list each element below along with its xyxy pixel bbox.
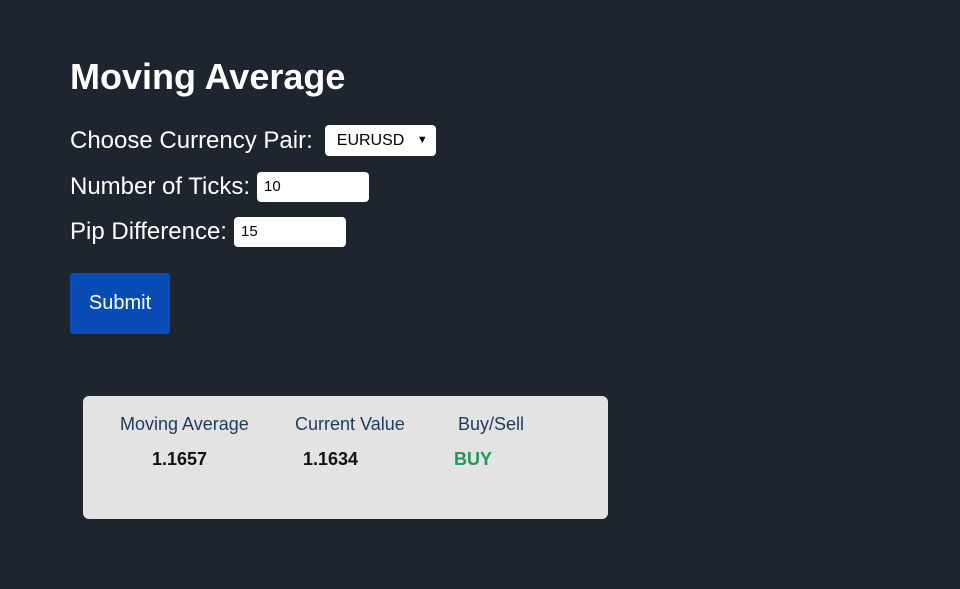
currency-pair-select[interactable]: EURUSD ▼ [324,125,436,156]
moving-average-value: 1.1657 [152,449,208,469]
pip-label: Pip Difference: [70,218,227,245]
pip-input[interactable]: 15 [233,217,346,247]
buy-sell-header: Buy/Sell [458,414,525,434]
ticks-row: Number of Ticks: 10 [70,172,370,202]
currency-pair-label: Choose Currency Pair: [70,126,313,154]
ticks-input[interactable]: 10 [257,172,370,202]
results-panel: Moving Average Current Value Buy/Sell 1.… [83,396,608,519]
current-value-header: Current Value [295,414,405,434]
currency-pair-row: Choose Currency Pair: EURUSD ▼ [70,125,436,156]
pip-row: Pip Difference: 15 [70,217,346,247]
currency-pair-selected: EURUSD [336,131,405,149]
submit-button[interactable]: Submit [70,273,170,334]
page-title: Moving Average [70,56,346,97]
buy-sell-signal: BUY [454,449,493,469]
moving-average-header: Moving Average [120,414,249,434]
ticks-label: Number of Ticks: [70,173,251,200]
current-value-value: 1.1634 [303,449,359,469]
chevron-down-icon: ▼ [416,134,428,146]
